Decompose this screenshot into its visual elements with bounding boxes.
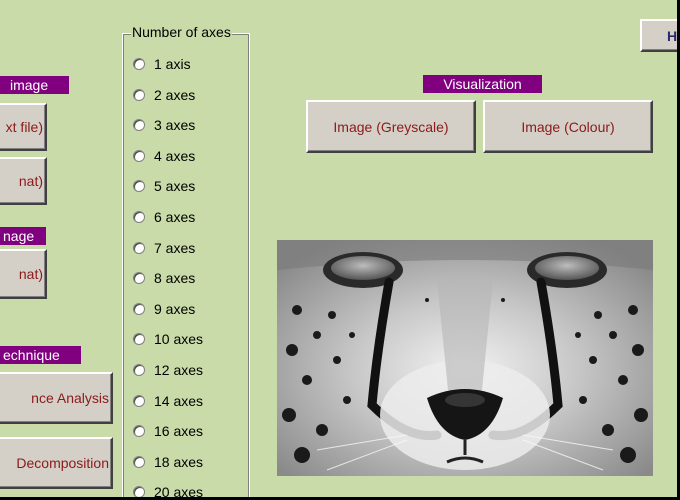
axes-radio-label: 4 axes: [154, 147, 196, 164]
axes-radio-label: 16 axes: [154, 423, 204, 440]
radio-button-icon[interactable]: [133, 394, 145, 407]
radio-button-icon[interactable]: [133, 241, 145, 254]
radio-button-icon[interactable]: [133, 211, 145, 223]
axes-radio-option[interactable]: 18 axes: [133, 452, 203, 472]
radio-button-icon[interactable]: [133, 425, 145, 438]
section-label-technique: echnique: [0, 346, 81, 364]
axes-radio-option[interactable]: 20 axes: [133, 482, 203, 497]
image-greyscale-button[interactable]: Image (Greyscale): [306, 100, 476, 153]
axes-radio-option[interactable]: 3 axes: [133, 115, 195, 135]
image-colour-button[interactable]: Image (Colour): [483, 100, 653, 153]
axes-radio-option[interactable]: 14 axes: [133, 391, 203, 411]
radio-button-icon[interactable]: [133, 119, 145, 132]
component-analysis-button[interactable]: nce Analysis: [0, 372, 113, 424]
radio-button-icon[interactable]: [133, 149, 145, 162]
axes-radio-label: 7 axes: [154, 239, 196, 256]
load-text-file-button[interactable]: xt file): [0, 103, 47, 151]
axes-radio-label: 5 axes: [154, 178, 196, 195]
radio-button-icon[interactable]: [133, 455, 145, 468]
axes-radio-option[interactable]: 5 axes: [133, 176, 195, 196]
radio-button-icon[interactable]: [133, 333, 145, 346]
cheetah-face-picture: [277, 240, 653, 476]
load-mat-button[interactable]: nat): [0, 157, 47, 205]
axes-radio-option[interactable]: 16 axes: [133, 421, 203, 441]
radio-button-icon[interactable]: [133, 58, 145, 70]
axes-radio-label: 12 axes: [154, 362, 204, 378]
radio-button-icon[interactable]: [133, 180, 145, 193]
section-label-save-image: nage: [0, 227, 46, 245]
visualization-label: Visualization: [423, 75, 542, 93]
radio-button-icon[interactable]: [133, 272, 145, 285]
help-button[interactable]: H: [640, 19, 677, 52]
section-label-image: image: [0, 76, 69, 94]
axes-radio-option[interactable]: 7 axes: [133, 238, 195, 258]
axes-radio-label: 14 axes: [154, 392, 204, 409]
axes-radio-label: 10 axes: [154, 331, 204, 348]
radio-button-icon[interactable]: [133, 302, 145, 315]
axes-radio-option[interactable]: 10 axes: [133, 329, 203, 349]
axes-radio-label: 3 axes: [154, 117, 196, 134]
axes-radio-option[interactable]: 6 axes: [133, 207, 195, 227]
axes-radio-label: 1 axis: [154, 56, 191, 72]
axes-radio-option[interactable]: 8 axes: [133, 268, 195, 288]
axes-radio-label: 20 axes: [154, 484, 204, 497]
axes-radio-option[interactable]: 1 axis: [133, 54, 191, 74]
axes-radio-option[interactable]: 2 axes: [133, 85, 195, 105]
number-of-axes-title: Number of axes: [131, 24, 232, 40]
application-window: H image xt file) nat) nage nat) echnique…: [0, 0, 677, 497]
radio-button-icon[interactable]: [133, 88, 145, 101]
cheetah-image: [277, 240, 653, 476]
radio-button-icon[interactable]: [133, 486, 145, 497]
decomposition-button[interactable]: Decomposition: [0, 437, 113, 489]
axes-radio-option[interactable]: 9 axes: [133, 299, 195, 319]
save-mat-button[interactable]: nat): [0, 249, 47, 299]
axes-radio-label: 2 axes: [154, 86, 196, 103]
radio-button-icon[interactable]: [133, 364, 145, 376]
axes-radio-label: 9 axes: [154, 300, 196, 317]
axes-radio-label: 18 axes: [154, 453, 204, 470]
axes-radio-option[interactable]: 12 axes: [133, 360, 203, 380]
axes-radio-label: 8 axes: [154, 270, 196, 287]
axes-radio-label: 6 axes: [154, 209, 196, 225]
axes-radio-option[interactable]: 4 axes: [133, 146, 195, 166]
